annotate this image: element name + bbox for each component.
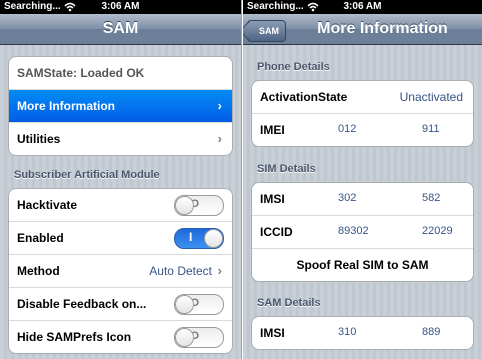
sam-details-group: IMSI 310 889 bbox=[251, 316, 474, 350]
samstate-cell: SAMState: Loaded OK bbox=[9, 57, 232, 90]
iccid-cell: ICCID 89302 22029 bbox=[252, 216, 473, 249]
toggle-knob bbox=[175, 196, 194, 215]
method-value: Auto Detect bbox=[149, 264, 212, 278]
disable-feedback-toggle[interactable]: O bbox=[174, 294, 224, 315]
hide-samprefs-icon-label: Hide SAMPrefs Icon bbox=[17, 330, 132, 344]
imei-cell: IMEI 012 911 bbox=[252, 114, 473, 146]
iccid-label: ICCID bbox=[260, 225, 293, 239]
status-bar: Searching... 3:06 AM bbox=[243, 0, 482, 14]
disable-feedback-cell: Disable Feedback on... O bbox=[9, 288, 232, 321]
toggle-on-glyph: I bbox=[189, 230, 193, 244]
imei-value-end: 911 bbox=[422, 123, 440, 135]
section-header-sim: SIM Details bbox=[257, 163, 316, 175]
nav-title: More Information bbox=[317, 20, 448, 37]
imei-label: IMEI bbox=[260, 123, 285, 137]
utilities-label: Utilities bbox=[17, 132, 61, 146]
sim-imsi-label: IMSI bbox=[260, 192, 285, 206]
sam-settings-group: Hacktivate O Enabled I Method Auto Detec… bbox=[8, 188, 233, 354]
clock: 3:06 AM bbox=[343, 1, 382, 12]
hide-samprefs-icon-cell: Hide SAMPrefs Icon O bbox=[9, 321, 232, 353]
nav-title: SAM bbox=[102, 20, 139, 37]
screenshot-root: Searching... 3:06 AM SAM SAMState: Loade… bbox=[0, 0, 482, 359]
spoof-sim-label: Spoof Real SIM to SAM bbox=[296, 258, 429, 272]
iccid-value-start: 89302 bbox=[338, 225, 369, 237]
more-information-cell[interactable]: More Information › bbox=[9, 90, 232, 123]
sam-settings-screen: Searching... 3:06 AM SAM SAMState: Loade… bbox=[0, 0, 242, 359]
enabled-toggle[interactable]: I bbox=[174, 228, 224, 249]
navigation-bar: SAM bbox=[0, 14, 241, 45]
hacktivate-toggle[interactable]: O bbox=[174, 195, 224, 216]
toggle-knob bbox=[175, 328, 194, 347]
section-header-sam: SAM Details bbox=[257, 297, 321, 309]
status-bar: Searching... 3:06 AM bbox=[0, 0, 241, 14]
sam-imsi-value-start: 310 bbox=[338, 326, 357, 338]
utilities-cell[interactable]: Utilities › bbox=[9, 123, 232, 155]
section-header-phone: Phone Details bbox=[257, 61, 330, 73]
hacktivate-cell: Hacktivate O bbox=[9, 189, 232, 222]
method-label: Method bbox=[17, 264, 60, 278]
samstate-label: SAMState: Loaded OK bbox=[17, 66, 145, 80]
sim-imsi-cell: IMSI 302 582 bbox=[252, 183, 473, 216]
sim-imsi-value-end: 582 bbox=[422, 192, 441, 204]
enabled-label: Enabled bbox=[17, 231, 64, 245]
activation-state-label: ActivationState bbox=[260, 90, 348, 104]
sim-details-group: IMSI 302 582 ICCID 89302 22029 Spoof Rea… bbox=[251, 182, 474, 282]
spoof-sim-button[interactable]: Spoof Real SIM to SAM bbox=[252, 249, 473, 281]
sam-imsi-cell: IMSI 310 889 bbox=[252, 317, 473, 349]
chevron-right-icon: › bbox=[217, 263, 222, 278]
back-button-label: SAM bbox=[259, 26, 279, 36]
sam-main-group: SAMState: Loaded OK More Information › U… bbox=[8, 56, 233, 156]
activation-state-cell: ActivationState Unactivated bbox=[252, 81, 473, 114]
sam-imsi-value-end: 889 bbox=[422, 326, 441, 338]
hide-samprefs-icon-toggle[interactable]: O bbox=[174, 327, 224, 348]
toggle-knob bbox=[204, 229, 223, 248]
navigation-bar: SAM More Information bbox=[243, 14, 482, 45]
sim-imsi-value-start: 302 bbox=[338, 192, 357, 204]
more-information-label: More Information bbox=[17, 99, 115, 113]
chevron-right-icon: › bbox=[217, 98, 222, 113]
disable-feedback-label: Disable Feedback on... bbox=[17, 297, 147, 311]
phone-details-group: ActivationState Unactivated IMEI 012 911 bbox=[251, 80, 474, 147]
clock: 3:06 AM bbox=[101, 1, 140, 12]
activation-state-value: Unactivated bbox=[399, 90, 463, 104]
sam-imsi-label: IMSI bbox=[260, 326, 285, 340]
iccid-value-end: 22029 bbox=[422, 225, 453, 237]
more-information-screen: Searching... 3:06 AM SAM More Informatio… bbox=[243, 0, 482, 359]
toggle-knob bbox=[175, 295, 194, 314]
section-header-subscriber: Subscriber Artificial Module bbox=[14, 169, 160, 181]
back-button[interactable]: SAM bbox=[247, 20, 286, 42]
method-cell[interactable]: Method Auto Detect › bbox=[9, 255, 232, 288]
imei-value-start: 012 bbox=[338, 123, 357, 135]
chevron-right-icon: › bbox=[217, 131, 222, 146]
hacktivate-label: Hacktivate bbox=[17, 198, 78, 212]
enabled-cell: Enabled I bbox=[9, 222, 232, 255]
